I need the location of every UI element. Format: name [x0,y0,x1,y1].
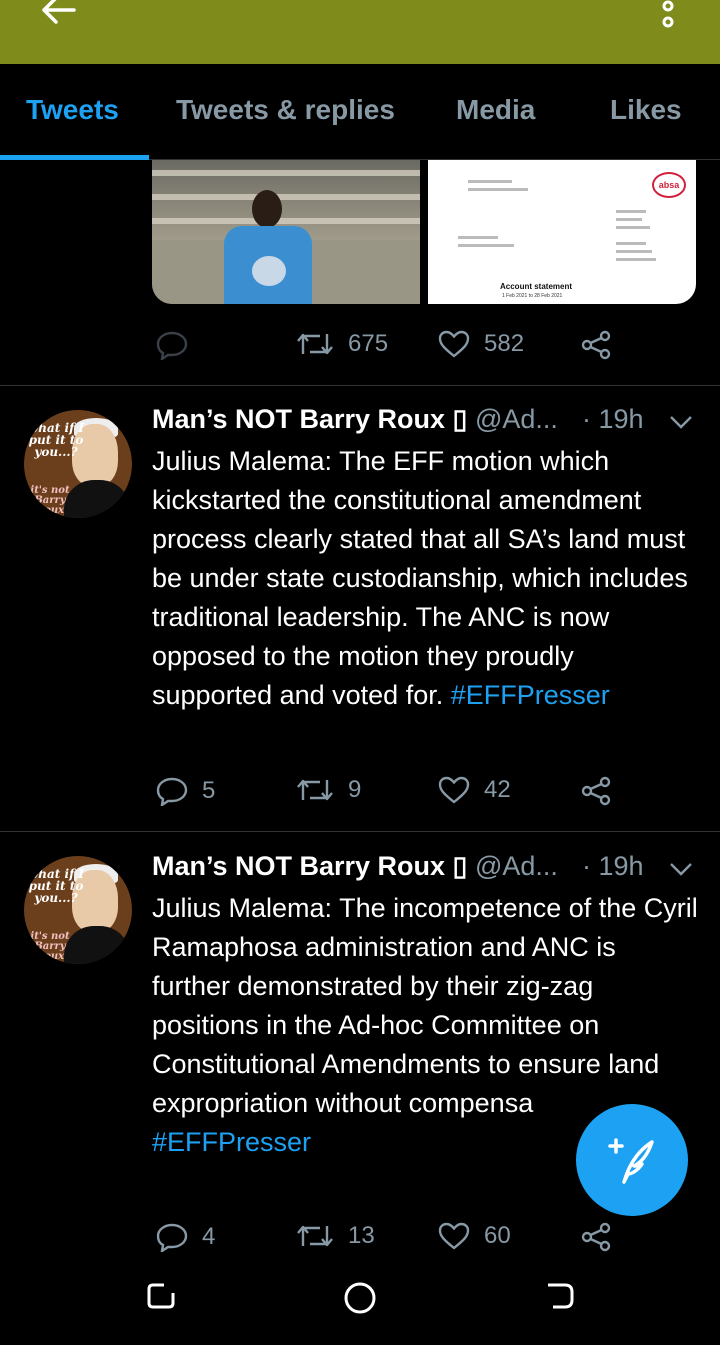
like-count: 60 [484,1222,511,1249]
author-name[interactable]: Man’s NOT Barry Roux ▯ [152,851,467,881]
author-handle[interactable]: @Ad... [475,404,558,434]
chevron-down-icon[interactable] [668,414,694,430]
reply-button[interactable]: 5 [156,776,215,806]
tab-media[interactable]: Media [456,94,535,126]
reply-icon [156,777,188,806]
tweet-divider [0,831,720,832]
retweet-icon [297,779,333,801]
tweet-text-content: Julius Malema: The incompetence of the C… [152,893,698,1118]
tweet-header: Man’s NOT Barry Roux ▯ @Ad... · 19h [152,404,712,440]
reply-button[interactable]: 4 [156,1222,215,1252]
tab-likes[interactable]: Likes [610,94,682,126]
statement-title: Account statement [500,282,573,291]
reply-count: 5 [202,777,216,804]
author-handle[interactable]: @Ad... [475,851,558,881]
share-button[interactable] [580,776,612,806]
author-name[interactable]: Man’s NOT Barry Roux ▯ [152,404,467,434]
heart-icon [438,1222,470,1250]
like-count: 42 [484,776,511,803]
tweet-text-content: Julius Malema: The EFF motion which kick… [152,446,688,710]
reply-icon [156,1223,188,1252]
hashtag-link[interactable]: #EFFPresser [152,1127,311,1157]
top-app-bar [0,0,720,64]
retweet-icon [297,1225,333,1247]
like-button[interactable]: 42 [438,776,511,804]
tweet-actions: 5 9 42 [156,776,676,810]
tweet-text: Julius Malema: The EFF motion which kick… [152,442,700,715]
tweet-actions: 4 13 60 [156,1222,676,1256]
avatar-caption: what if I put it to you...? [27,421,85,459]
tweet-media-grid[interactable]: absa Account statement 1 Feb 2021 to 28 … [152,160,696,304]
share-button[interactable] [580,1222,612,1252]
retweet-button[interactable]: 9 [296,776,361,804]
bank-statement-image[interactable]: absa Account statement 1 Feb 2021 to 28 … [428,160,696,304]
absa-logo: absa [652,172,686,198]
home-icon[interactable] [343,1281,377,1315]
tab-tweets[interactable]: Tweets [26,94,119,126]
like-button[interactable]: 60 [438,1222,511,1250]
profile-tabs: Tweets Tweets & replies Media Likes [0,64,720,160]
statement-period: 1 Feb 2021 to 28 Feb 2021 [502,293,563,299]
compose-feather-icon [608,1138,654,1184]
back-nav-icon[interactable] [545,1281,575,1311]
system-navigation-bar [0,1253,720,1345]
avatar[interactable]: what if I put it to you...? it's not Bar… [24,856,132,964]
avatar[interactable]: what if I put it to you...? it's not Bar… [24,410,132,518]
tweet-time: · 19h [582,851,644,881]
retweet-icon [297,333,333,355]
avatar-caption-2: it's not Barry Roux [30,485,70,516]
retweet-count: 675 [348,330,389,357]
heart-icon [438,776,470,804]
share-button[interactable] [580,330,612,360]
chevron-down-icon[interactable] [668,861,694,877]
avatar-caption: what if I put it to you...? [27,867,85,905]
tweet-time: · 19h [582,404,644,434]
like-button[interactable]: 582 [438,330,524,358]
like-count: 582 [484,330,525,357]
share-icon [581,776,611,806]
avatar-caption-2: it's not Barry Roux [30,931,70,962]
back-arrow-icon[interactable] [38,0,78,26]
retweet-button[interactable]: 675 [296,330,388,358]
reply-button[interactable] [156,330,202,360]
retweet-count: 13 [348,1222,375,1249]
tweet-divider [0,385,720,386]
share-icon [581,330,611,360]
tab-tweets-and-replies[interactable]: Tweets & replies [176,94,395,126]
tweet-photo[interactable] [152,160,420,304]
share-icon [581,1222,611,1252]
reply-count: 4 [202,1223,216,1250]
reply-icon [156,331,188,360]
tweet-actions: 675 582 [156,330,676,364]
heart-icon [438,330,470,358]
active-tab-indicator [0,155,149,160]
retweet-count: 9 [348,776,362,803]
retweet-button[interactable]: 13 [296,1222,375,1250]
compose-tweet-button[interactable] [576,1104,688,1216]
recent-apps-icon[interactable] [146,1281,176,1311]
more-options-icon[interactable] [656,0,680,34]
hashtag-link[interactable]: #EFFPresser [451,680,610,710]
tweet-header: Man’s NOT Barry Roux ▯ @Ad... · 19h [152,851,712,887]
